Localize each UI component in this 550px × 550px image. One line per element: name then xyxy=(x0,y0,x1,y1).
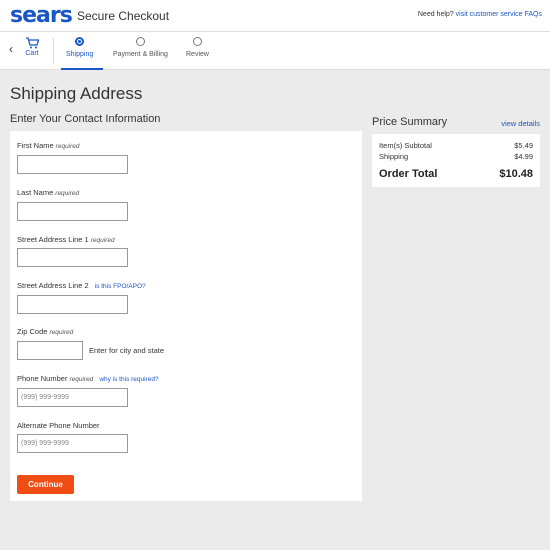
label-text: First Name xyxy=(17,141,54,150)
phone-label: Phone Number required why is this required… xyxy=(17,374,159,383)
cart-link[interactable]: Cart xyxy=(22,37,42,57)
subtotal-row: Item(s) Subtotal $5.49 xyxy=(379,141,533,150)
last-name-label: Last Name required xyxy=(17,188,79,197)
contact-form: First Name required Last Name required Str… xyxy=(10,131,362,501)
alt-phone-label: Alternate Phone Number xyxy=(17,421,100,430)
step-shipping[interactable]: Shipping xyxy=(66,37,93,58)
step-label: Review xyxy=(186,51,209,58)
phone-field[interactable]: (999) 999-9999 xyxy=(17,388,128,407)
order-total-value: $10.48 xyxy=(499,168,533,180)
required-marker: required xyxy=(55,143,80,150)
alt-phone-field[interactable]: (999) 999-9999 xyxy=(17,434,128,453)
step-indicator-icon xyxy=(135,37,145,46)
street1-field[interactable] xyxy=(17,248,128,267)
step-label: Payment & Billing xyxy=(113,51,168,58)
price-summary-panel: Item(s) Subtotal $5.49 Shipping $4.99 Or… xyxy=(372,134,540,187)
checkout-steps: ‹ Cart Shipping Payment & Billing Review xyxy=(0,32,550,70)
step-review[interactable]: Review xyxy=(186,37,209,58)
sears-logo[interactable]: sears xyxy=(10,3,73,28)
zip-label: Zip Code required xyxy=(17,327,73,336)
cart-label: Cart xyxy=(25,50,39,57)
shipping-value: $4.99 xyxy=(514,152,533,161)
required-marker: required xyxy=(90,237,115,244)
help-prefix: Need help? xyxy=(417,11,454,18)
cart-icon xyxy=(26,37,39,49)
customer-service-faq-link[interactable]: visit customer service FAQs xyxy=(456,11,542,18)
step-indicator-icon xyxy=(75,37,85,46)
last-name-field[interactable] xyxy=(17,202,128,221)
fpo-apo-link[interactable]: is this FPO/APO? xyxy=(95,283,146,290)
step-payment-billing[interactable]: Payment & Billing xyxy=(113,37,168,58)
chevron-left-icon[interactable]: ‹ xyxy=(9,42,13,56)
why-required-link[interactable]: why is this required? xyxy=(99,376,158,383)
label-text: Street Address Line 2 xyxy=(17,281,89,290)
street1-label: Street Address Line 1 required xyxy=(17,235,115,244)
step-indicator-icon xyxy=(192,37,202,46)
required-marker: required xyxy=(69,376,94,383)
label-text: Street Address Line 1 xyxy=(17,235,89,244)
page-heading: Secure Checkout xyxy=(77,9,170,23)
label-text: Zip Code xyxy=(17,327,48,336)
first-name-label: First Name required xyxy=(17,141,80,150)
required-marker: required xyxy=(55,190,80,197)
order-total-label: Order Total xyxy=(379,168,438,180)
divider xyxy=(53,38,54,64)
zip-hint: Enter for city and state xyxy=(89,346,165,355)
active-step-underline xyxy=(61,68,103,70)
subtotal-value: $5.49 xyxy=(514,141,533,150)
price-summary-title: Price Summary xyxy=(372,116,448,128)
step-label: Shipping xyxy=(66,51,94,58)
header: sears Secure Checkout Need help? visit c… xyxy=(0,0,550,32)
shipping-row: Shipping $4.99 xyxy=(379,152,533,161)
page-title: Shipping Address xyxy=(10,84,143,103)
zip-code-field[interactable] xyxy=(17,341,83,360)
order-total-row: Order Total $10.48 xyxy=(379,168,533,180)
label-text: Last Name xyxy=(17,188,54,197)
continue-button[interactable]: Continue xyxy=(17,475,74,494)
label-text: Phone Number xyxy=(17,374,68,383)
first-name-field[interactable] xyxy=(17,155,128,174)
street2-field[interactable] xyxy=(17,295,128,314)
subtotal-label: Item(s) Subtotal xyxy=(379,141,432,150)
required-marker: required xyxy=(49,329,74,336)
view-details-link[interactable]: view details xyxy=(501,119,540,128)
shipping-label: Shipping xyxy=(379,152,409,161)
help-text: Need help? visit customer service FAQs xyxy=(418,11,542,18)
street2-label: Street Address Line 2 is this FPO/APO? xyxy=(17,281,146,290)
section-title: Enter Your Contact Information xyxy=(10,113,161,125)
